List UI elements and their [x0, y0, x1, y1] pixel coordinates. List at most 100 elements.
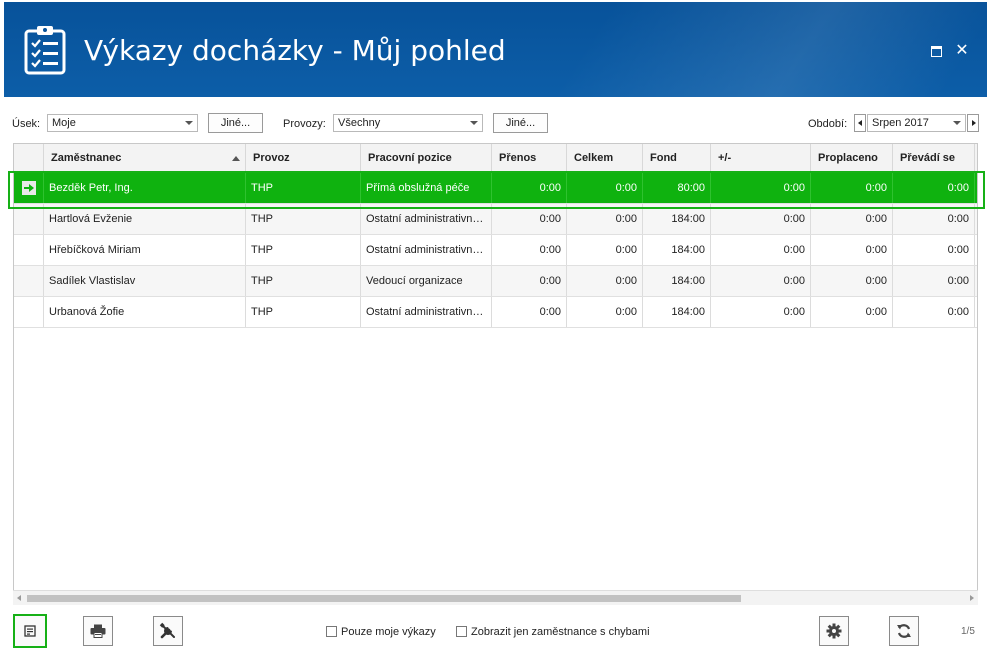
sort-ascending-icon — [232, 156, 240, 161]
cell-fond: 184:00 — [643, 204, 711, 234]
cell-celkem: 0:00 — [567, 266, 643, 296]
column-header-fond[interactable]: Fond — [643, 144, 711, 172]
page-indicator: 1/5 — [961, 626, 975, 637]
checkbox-box[interactable] — [326, 626, 337, 637]
column-header-proplaceno[interactable]: Proplaceno — [811, 144, 893, 172]
cell-position: Ostatní administrativní pracovník — [361, 235, 492, 265]
print-button[interactable] — [83, 616, 113, 646]
column-header-prevadi[interactable]: Převádí se — [893, 144, 975, 172]
provozy-select[interactable]: Všechny — [333, 114, 483, 132]
provozy-label: Provozy: — [283, 118, 326, 130]
period-next-button[interactable] — [967, 114, 979, 132]
chevron-down-icon — [953, 121, 961, 125]
horizontal-scrollbar[interactable] — [13, 590, 978, 605]
cell-position: Ostatní administrativní pracovník — [361, 297, 492, 327]
refresh-button[interactable] — [889, 616, 919, 646]
settings-button[interactable] — [819, 616, 849, 646]
table-row[interactable]: Urbanová Žofie THP Ostatní administrativní… — [14, 297, 977, 328]
cell-proplaceno: 0:00 — [811, 266, 893, 296]
attendance-grid: Zaměstnanec Provoz Pracovní pozice Přeno… — [13, 143, 978, 605]
cell-position: Vedoucí organizace — [361, 266, 492, 296]
provozy-value: Všechny — [338, 117, 381, 129]
row-indicator — [14, 297, 44, 327]
chevron-down-icon — [470, 121, 478, 125]
cell-provoz: THP — [246, 204, 361, 234]
period-select[interactable]: Srpen 2017 — [867, 114, 966, 132]
refresh-icon — [897, 624, 911, 638]
cell-employee: Sadílek Vlastislav — [44, 266, 246, 296]
gear-icon — [826, 623, 842, 639]
cell-difference: 0:00 — [711, 173, 811, 203]
grid-header: Zaměstnanec Provoz Pracovní pozice Přeno… — [14, 144, 977, 173]
only-errors-checkbox[interactable]: Zobrazit jen zaměstnance s chybami — [456, 626, 650, 638]
scroll-right-icon[interactable] — [970, 595, 974, 601]
close-button[interactable]: ✕ — [954, 42, 970, 58]
column-header-celkem[interactable]: Celkem — [567, 144, 643, 172]
usek-other-button[interactable]: Jiné... — [208, 113, 263, 133]
provozy-other-button[interactable]: Jiné... — [493, 113, 548, 133]
cell-prevadi: 0:00 — [893, 297, 975, 327]
obdobi-label: Období: — [808, 118, 848, 130]
cell-employee: Bezděk Petr, Ing. — [44, 173, 246, 203]
header-indicator — [14, 144, 44, 172]
cell-prenos: 0:00 — [492, 266, 567, 296]
cell-proplaceno: 0:00 — [811, 173, 893, 203]
cell-prevadi: 0:00 — [893, 173, 975, 203]
period-picker: Srpen 2017 — [854, 114, 979, 132]
only-mine-checkbox[interactable]: Pouze moje výkazy — [326, 626, 436, 638]
usek-value: Moje — [52, 117, 76, 129]
cell-fond: 184:00 — [643, 235, 711, 265]
detail-button[interactable] — [13, 614, 47, 648]
printer-icon — [90, 624, 106, 638]
cell-employee: Hartlová Evženie — [44, 204, 246, 234]
checkbox-box[interactable] — [456, 626, 467, 637]
chevron-down-icon — [185, 121, 193, 125]
cell-difference: 0:00 — [711, 297, 811, 327]
cell-employee: Urbanová Žofie — [44, 297, 246, 327]
usek-select[interactable]: Moje — [47, 114, 198, 132]
cell-prenos: 0:00 — [492, 297, 567, 327]
table-row[interactable]: Bezděk Petr, Ing. THP Přímá obslužná péče 0… — [14, 173, 977, 204]
cell-difference: 0:00 — [711, 204, 811, 234]
period-prev-button[interactable] — [854, 114, 866, 132]
title-bar: Výkazy docházky - Můj pohled ✕ — [4, 2, 987, 97]
cell-fond: 80:00 — [643, 173, 711, 203]
cell-position: Ostatní administrativní pracovník — [361, 204, 492, 234]
cell-proplaceno: 0:00 — [811, 235, 893, 265]
cell-prenos: 0:00 — [492, 204, 567, 234]
row-indicator — [14, 173, 44, 203]
cell-celkem: 0:00 — [567, 173, 643, 203]
usek-label: Úsek: — [12, 118, 41, 130]
cell-prenos: 0:00 — [492, 173, 567, 203]
cell-proplaceno: 0:00 — [811, 297, 893, 327]
cell-prenos: 0:00 — [492, 235, 567, 265]
window-title: Výkazy docházky - Můj pohled — [84, 34, 506, 67]
column-header-position[interactable]: Pracovní pozice — [361, 144, 492, 172]
scrollbar-thumb[interactable] — [27, 595, 741, 602]
row-indicator — [14, 235, 44, 265]
column-header-difference[interactable]: +/- — [711, 144, 811, 172]
scroll-left-icon[interactable] — [17, 595, 21, 601]
cell-provoz: THP — [246, 266, 361, 296]
row-indicator — [14, 204, 44, 234]
cell-proplaceno: 0:00 — [811, 204, 893, 234]
table-row[interactable]: Hřebíčková Miriam THP Ostatní administrati… — [14, 235, 977, 266]
cell-position: Přímá obslužná péče — [361, 173, 492, 203]
cell-employee: Hřebíčková Miriam — [44, 235, 246, 265]
cell-celkem: 0:00 — [567, 204, 643, 234]
maximize-button[interactable] — [928, 42, 944, 58]
column-header-prenos[interactable]: Přenos — [492, 144, 567, 172]
tools-button[interactable] — [153, 616, 183, 646]
clipboard-checklist-icon — [24, 26, 66, 75]
column-header-provoz[interactable]: Provoz — [246, 144, 361, 172]
document-icon — [24, 625, 36, 637]
cell-provoz: THP — [246, 297, 361, 327]
cell-prevadi: 0:00 — [893, 235, 975, 265]
cell-fond: 184:00 — [643, 266, 711, 296]
table-row[interactable]: Sadílek Vlastislav THP Vedoucí organizace 0… — [14, 266, 977, 297]
wrench-screwdriver-icon — [159, 622, 175, 639]
cell-difference: 0:00 — [711, 235, 811, 265]
column-header-employee[interactable]: Zaměstnanec — [44, 144, 246, 172]
table-row[interactable]: Hartlová Evženie THP Ostatní administrativ… — [14, 204, 977, 235]
cell-provoz: THP — [246, 235, 361, 265]
